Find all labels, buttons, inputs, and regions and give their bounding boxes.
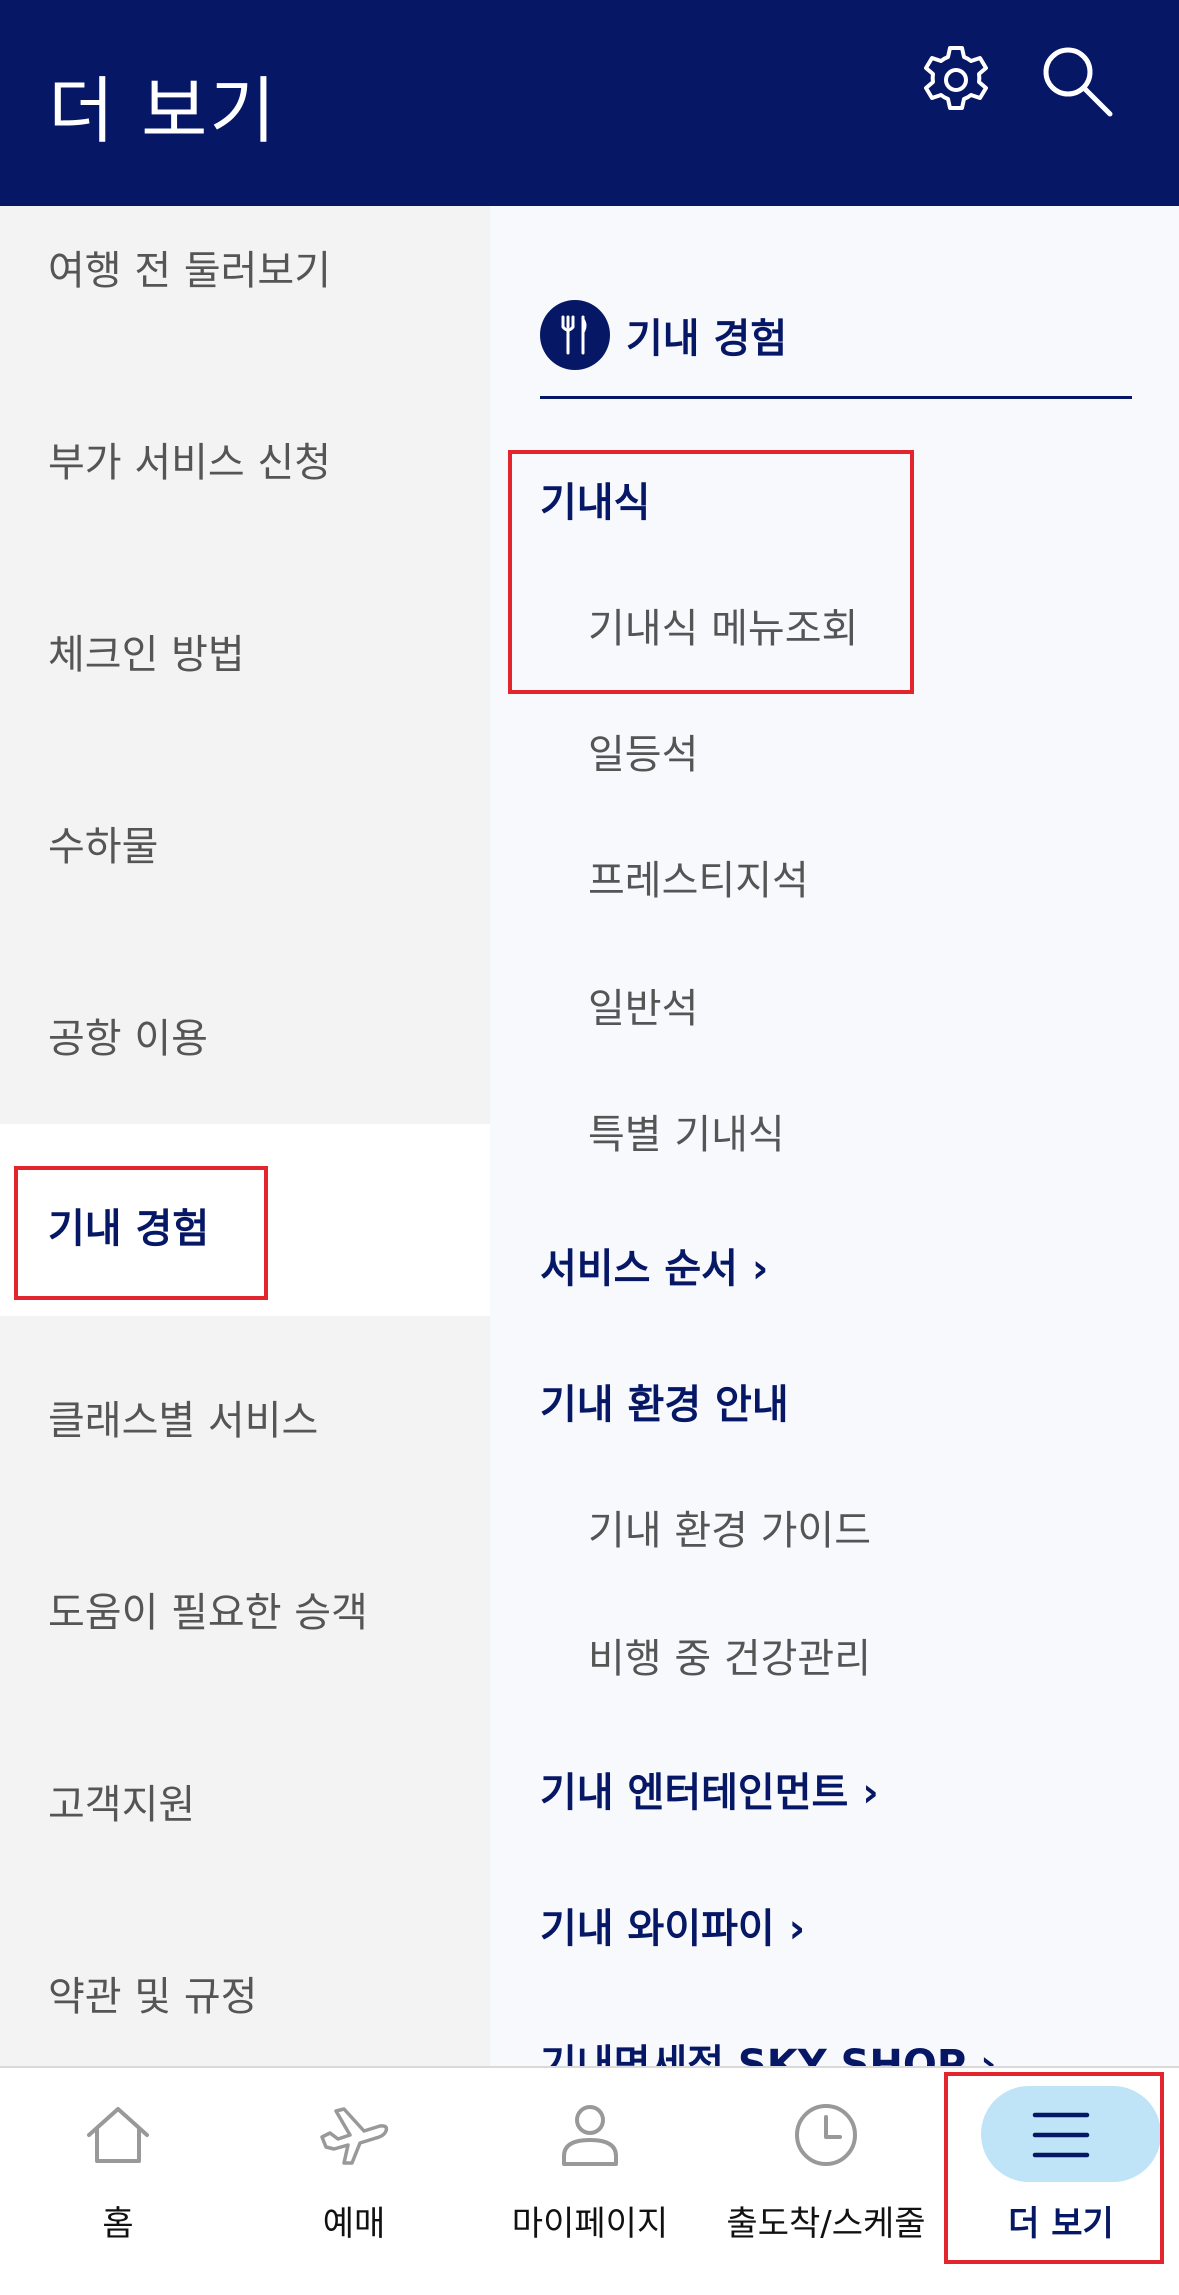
section-header: 기내 경험 — [540, 300, 787, 370]
clock-icon — [795, 2104, 857, 2166]
category-sky-shop[interactable]: 기내면세점 SKY SHOP › — [540, 2032, 997, 2066]
sidebar-item-label: 클래스별 서비스 — [48, 1398, 319, 1444]
tab-mypage[interactable]: 마이페이지 — [472, 2068, 708, 2295]
sidebar-item-assistance[interactable]: 도움이 필요한 승객 — [0, 1508, 490, 1700]
section-divider — [540, 396, 1132, 399]
submenu-panel: 기내 경험 기내식 기내식 메뉴조회 일등석 프레스티지석 일반석 특별 기내식… — [490, 206, 1179, 2066]
submenu-item-prestige-class[interactable]: 프레스티지석 — [588, 848, 809, 906]
category-cabin-environment[interactable]: 기내 환경 안내 — [540, 1372, 789, 1430]
sidebar-item-label: 약관 및 규정 — [48, 1974, 258, 2020]
sidebar-item-label: 여행 전 둘러보기 — [48, 248, 332, 294]
gear-icon — [924, 46, 988, 110]
submenu-item-special-meal[interactable]: 특별 기내식 — [588, 1102, 785, 1160]
search-button[interactable] — [1036, 40, 1116, 120]
sidebar-item-checkin[interactable]: 체크인 방법 — [0, 590, 490, 782]
page-title: 더 보기 — [48, 69, 278, 153]
tab-schedule[interactable]: 출도착/스케줄 — [708, 2068, 944, 2295]
category-inflight-meal[interactable]: 기내식 — [540, 470, 650, 528]
category-service-order[interactable]: 서비스 순서 › — [540, 1236, 768, 1294]
sidebar-item-label: 기내 경험 — [48, 1206, 210, 1252]
tab-booking[interactable]: 예매 — [236, 2068, 472, 2295]
submenu-item-meal-menu[interactable]: 기내식 메뉴조회 — [588, 596, 858, 654]
menu-icon — [1032, 2112, 1090, 2158]
submenu-item-economy-class[interactable]: 일반석 — [588, 976, 698, 1034]
submenu-item-health-care[interactable]: 비행 중 건강관리 — [588, 1626, 871, 1684]
sidebar-item-customer-support[interactable]: 고객지원 — [0, 1700, 490, 1892]
tab-label: 더 보기 — [1008, 2204, 1114, 2244]
category-entertainment[interactable]: 기내 엔터테인먼트 › — [540, 1760, 879, 1818]
tab-home[interactable]: 홈 — [0, 2068, 236, 2295]
cutlery-icon — [540, 300, 610, 370]
user-icon — [562, 2105, 618, 2166]
tab-label: 홈 — [102, 2204, 134, 2244]
category-wifi[interactable]: 기내 와이파이 › — [540, 1896, 805, 1954]
sidebar-item-terms[interactable]: 약관 및 규정 — [0, 1892, 490, 2066]
tab-label: 마이페이지 — [511, 2204, 669, 2244]
search-icon — [1043, 47, 1113, 117]
home-icon — [87, 2107, 149, 2163]
submenu-item-environment-guide[interactable]: 기내 환경 가이드 — [588, 1498, 871, 1556]
sidebar-item-inflight-experience[interactable]: 기내 경험 — [0, 1124, 490, 1316]
sidebar-item-extra-services[interactable]: 부가 서비스 신청 — [0, 398, 490, 590]
sidebar-item-label: 고객지원 — [48, 1782, 196, 1828]
airplane-icon — [320, 2107, 389, 2165]
sidebar-item-baggage[interactable]: 수하물 — [0, 782, 490, 974]
app-header: 더 보기 — [0, 0, 1179, 206]
sidebar-item-label: 부가 서비스 신청 — [48, 440, 332, 486]
submenu-item-first-class[interactable]: 일등석 — [588, 722, 698, 780]
bottom-tab-bar: 홈 예매 마이페이지 출도착/스케줄 더 보기 — [0, 2066, 1179, 2295]
sidebar-item-label: 체크인 방법 — [48, 632, 245, 678]
category-sidebar: 여행 전 둘러보기 부가 서비스 신청 체크인 방법 수하물 공항 이용 기내 … — [0, 206, 490, 2066]
sidebar-item-label: 도움이 필요한 승객 — [48, 1590, 368, 1636]
tab-more[interactable]: 더 보기 — [943, 2068, 1179, 2295]
section-title: 기내 경험 — [626, 316, 788, 362]
sidebar-item-class-services[interactable]: 클래스별 서비스 — [0, 1316, 490, 1508]
sidebar-item-label: 공항 이용 — [48, 1016, 208, 1062]
sidebar-item-label: 수하물 — [48, 824, 159, 870]
sidebar-item-pre-travel[interactable]: 여행 전 둘러보기 — [0, 206, 490, 398]
tab-label: 예매 — [322, 2204, 386, 2244]
tab-label: 출도착/스케줄 — [726, 2204, 926, 2244]
settings-button[interactable] — [916, 40, 996, 120]
